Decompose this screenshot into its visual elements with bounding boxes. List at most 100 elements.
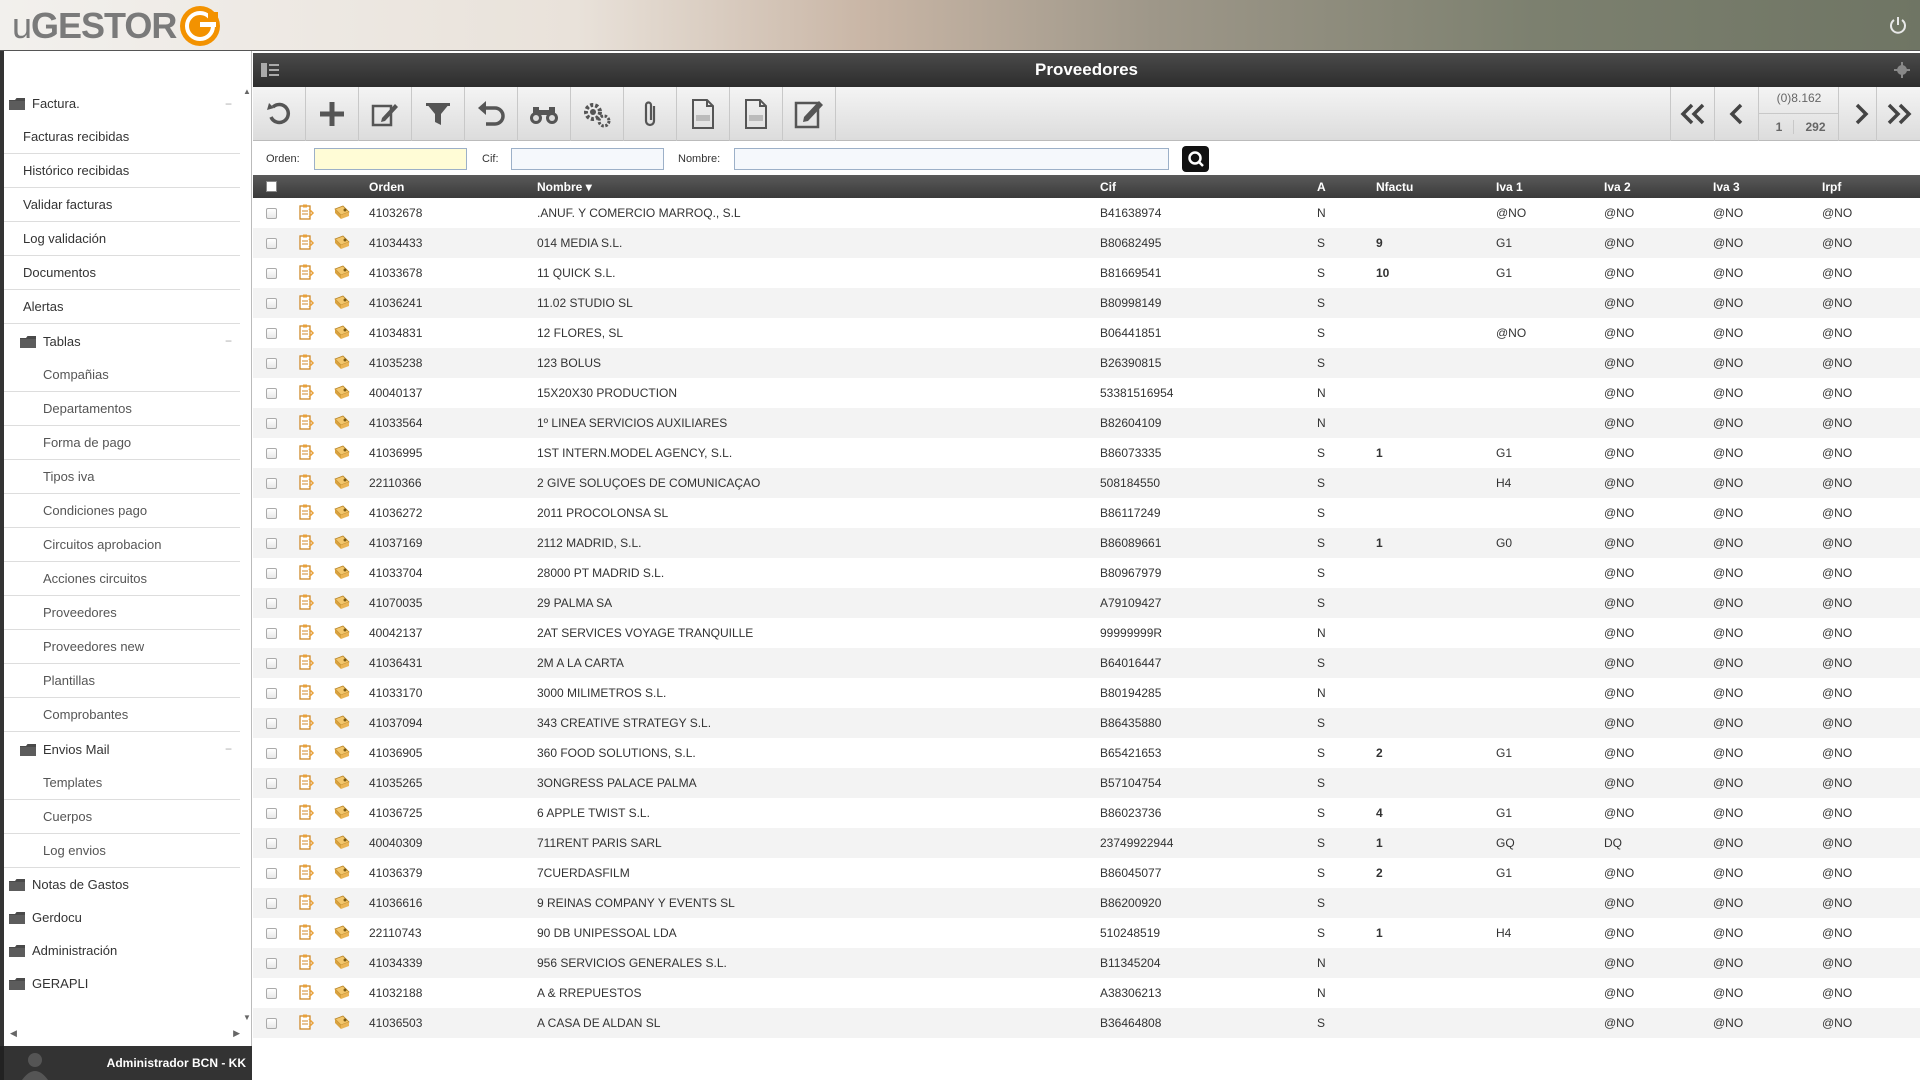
table-row[interactable]: 40042137 2AT SERVICES VOYAGE TRANQUILLE 99… — [253, 618, 1920, 648]
clipboard-icon[interactable] — [297, 414, 315, 431]
col-orden[interactable]: Orden — [369, 180, 404, 194]
table-row[interactable]: 41037094 343 CREATIVE STRATEGY S.L. B86435… — [253, 708, 1920, 738]
sidebar-item-forma-de-pago[interactable]: Forma de pago — [4, 426, 240, 460]
col-irpf[interactable]: Irpf — [1822, 180, 1841, 194]
row-checkbox[interactable] — [266, 778, 277, 789]
user-name[interactable]: Administrador BCN - KK — [107, 1056, 246, 1070]
sidebar-item-companias[interactable]: Compañias — [4, 358, 240, 392]
table-row[interactable]: 41035238 123 BOLUS B26390815 S @NO @NO @NO — [253, 348, 1920, 378]
clipboard-icon[interactable] — [297, 294, 315, 311]
collapse-icon[interactable]: − — [225, 742, 232, 756]
row-checkbox[interactable] — [266, 628, 277, 639]
row-checkbox[interactable] — [266, 598, 277, 609]
open-record-icon[interactable] — [333, 804, 351, 821]
settings-button[interactable] — [571, 87, 624, 141]
row-checkbox[interactable] — [266, 448, 277, 459]
sidebar-item-documentos[interactable]: Documentos — [4, 256, 240, 290]
clipboard-icon[interactable] — [297, 924, 315, 941]
pdf-button[interactable] — [677, 87, 730, 141]
collapse-icon[interactable]: − — [225, 334, 232, 348]
clipboard-icon[interactable] — [297, 654, 315, 671]
table-row[interactable]: 40040309 711RENT PARIS SARL 23749922944 S 1 G… — [253, 828, 1920, 858]
clipboard-icon[interactable] — [297, 564, 315, 581]
first-page-button[interactable] — [1670, 87, 1714, 141]
select-all-checkbox[interactable] — [266, 181, 277, 192]
row-checkbox[interactable] — [266, 868, 277, 879]
col-a[interactable]: A — [1317, 180, 1326, 194]
table-row[interactable]: 41037169 2112 MADRID, S.L. B86089661 S 1 G0 @N… — [253, 528, 1920, 558]
row-checkbox[interactable] — [266, 478, 277, 489]
refresh-button[interactable] — [253, 87, 306, 141]
sidebar-item-tipos-iva[interactable]: Tipos iva — [4, 460, 240, 494]
xls-button[interactable] — [730, 87, 783, 141]
sidebar-item-templates[interactable]: Templates — [4, 766, 240, 800]
undo-button[interactable] — [465, 87, 518, 141]
search-button[interactable] — [1182, 146, 1209, 172]
open-record-icon[interactable] — [333, 714, 351, 731]
clipboard-icon[interactable] — [297, 984, 315, 1001]
view-button[interactable] — [518, 87, 571, 141]
row-checkbox[interactable] — [266, 748, 277, 759]
sidebar-item-notas-de-gastos[interactable]: Notas de Gastos — [4, 868, 240, 901]
sidebar-item-factura[interactable]: Factura. − — [4, 87, 240, 120]
sidebar-item-proveedores-new[interactable]: Proveedores new — [4, 630, 240, 664]
row-checkbox[interactable] — [266, 298, 277, 309]
open-record-icon[interactable] — [333, 774, 351, 791]
attach-button[interactable] — [624, 87, 677, 141]
row-checkbox[interactable] — [266, 208, 277, 219]
open-record-icon[interactable] — [333, 444, 351, 461]
sidebar-item-gerdocu[interactable]: Gerdocu — [4, 901, 240, 934]
table-row[interactable]: 41034831 12 FLORES, SL B06441851 S @NO @NO @NO… — [253, 318, 1920, 348]
sidebar-item-alertas[interactable]: Alertas — [4, 290, 240, 324]
sidebar-item-plantillas[interactable]: Plantillas — [4, 664, 240, 698]
row-checkbox[interactable] — [266, 568, 277, 579]
table-row[interactable]: 22110743 90 DB UNIPESSOAL LDA 510248519 S 1 H… — [253, 918, 1920, 948]
table-row[interactable]: 22110366 2 GIVE SOLUÇOES DE COMUNICAÇAO 50… — [253, 468, 1920, 498]
sidebar-item-comprobantes[interactable]: Comprobantes — [4, 698, 240, 732]
clipboard-icon[interactable] — [297, 834, 315, 851]
col-iva1[interactable]: Iva 1 — [1496, 180, 1523, 194]
clipboard-icon[interactable] — [297, 594, 315, 611]
open-record-icon[interactable] — [333, 384, 351, 401]
clipboard-icon[interactable] — [297, 774, 315, 791]
open-record-icon[interactable] — [333, 324, 351, 341]
open-record-icon[interactable] — [333, 894, 351, 911]
add-button[interactable] — [306, 87, 359, 141]
row-checkbox[interactable] — [266, 358, 277, 369]
sidebar-item-log-envios[interactable]: Log envios — [4, 834, 240, 868]
open-record-icon[interactable] — [333, 684, 351, 701]
col-nombre[interactable]: Nombre ▾ — [537, 180, 592, 194]
sidebar-item-historico-recibidas[interactable]: Histórico recibidas — [4, 154, 240, 188]
current-page[interactable]: 1 — [1767, 120, 1791, 134]
table-row[interactable]: 41036995 1ST INTERN.MODEL AGENCY, S.L. B86… — [253, 438, 1920, 468]
sidebar-item-facturas-recibidas[interactable]: Facturas recibidas — [4, 120, 240, 154]
clipboard-icon[interactable] — [297, 714, 315, 731]
table-row[interactable]: 41036379 7CUERDASFILM B86045077 S 2 G1 @NO @NO @… — [253, 858, 1920, 888]
open-record-icon[interactable] — [333, 594, 351, 611]
nombre-input[interactable] — [734, 148, 1169, 170]
row-checkbox[interactable] — [266, 808, 277, 819]
clipboard-icon[interactable] — [297, 804, 315, 821]
open-record-icon[interactable] — [333, 234, 351, 251]
clipboard-icon[interactable] — [297, 264, 315, 281]
row-checkbox[interactable] — [266, 538, 277, 549]
last-page-button[interactable] — [1876, 87, 1920, 141]
table-row[interactable]: 41034339 956 SERVICIOS GENERALES S.L. B113… — [253, 948, 1920, 978]
table-row[interactable]: 41033170 3000 MILIMETROS S.L. B80194285 N @N… — [253, 678, 1920, 708]
open-record-icon[interactable] — [333, 834, 351, 851]
options-icon[interactable] — [1894, 62, 1910, 78]
table-row[interactable]: 41036905 360 FOOD SOLUTIONS, S.L. B6542165… — [253, 738, 1920, 768]
clipboard-icon[interactable] — [297, 444, 315, 461]
edit-button[interactable] — [359, 87, 412, 141]
table-row[interactable]: 41032678 .ANUF. Y COMERCIO MARROQ., S.L B4… — [253, 198, 1920, 228]
open-record-icon[interactable] — [333, 1014, 351, 1031]
clipboard-icon[interactable] — [297, 864, 315, 881]
open-record-icon[interactable] — [333, 354, 351, 371]
table-row[interactable]: 41033704 28000 PT MADRID S.L. B80967979 S @N… — [253, 558, 1920, 588]
table-row[interactable]: 41032188 A & RREPUESTOS A38306213 N @NO @NO @N… — [253, 978, 1920, 1008]
filter-button[interactable] — [412, 87, 465, 141]
table-row[interactable]: 41036503 A CASA DE ALDAN SL B36464808 S @NO @… — [253, 1008, 1920, 1038]
table-row[interactable]: 41034433 014 MEDIA S.L. B80682495 S 9 G1 @NO @N… — [253, 228, 1920, 258]
clipboard-icon[interactable] — [297, 234, 315, 251]
open-record-icon[interactable] — [333, 504, 351, 521]
